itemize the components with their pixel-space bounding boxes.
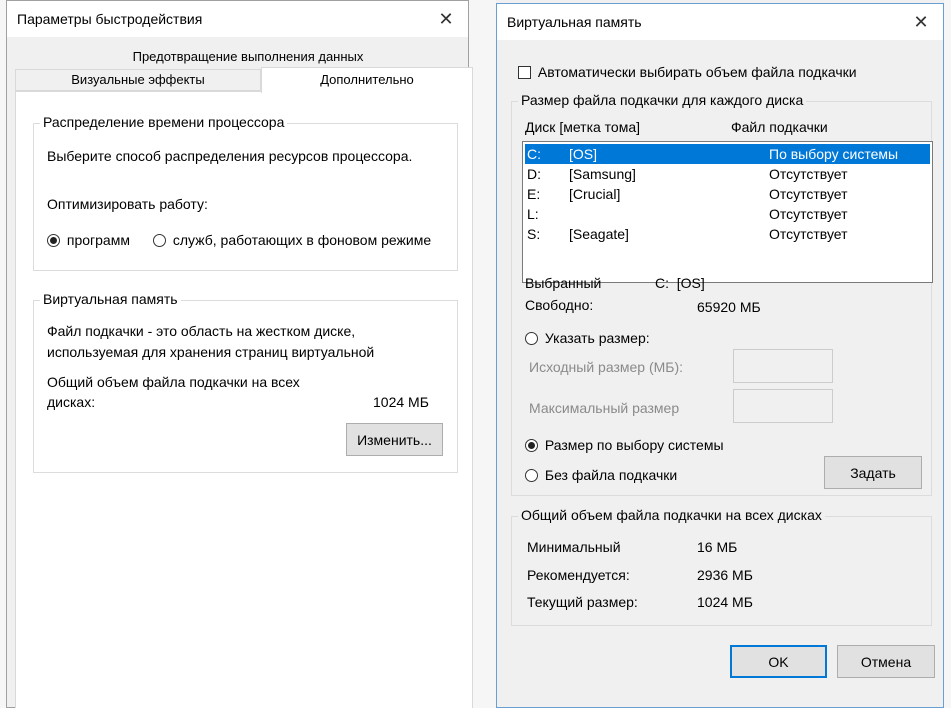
- drive-pagefile: Отсутствует: [769, 166, 848, 182]
- radio-programs-indicator[interactable]: [47, 234, 60, 247]
- background-strip-right: [944, 0, 951, 708]
- drive-pagefile: Отсутствует: [769, 186, 848, 202]
- per-drive-pagefile-label: Размер файла подкачки для каждого диска: [518, 92, 807, 108]
- tab-advanced[interactable]: Дополнительно: [261, 67, 473, 93]
- free-space-label: Свободно:: [525, 297, 594, 313]
- radio-programs-label: программ: [66, 232, 130, 248]
- radio-background-services-label: служб, работающих в фоновом режиме: [172, 232, 432, 248]
- advanced-tab-panel: Распределение времени процессора Выберит…: [15, 91, 473, 708]
- total-pagefile-group-label: Общий объем файла подкачки на всех диска…: [518, 507, 825, 523]
- drive-row-c[interactable]: C: [OS] По выбору системы: [525, 144, 930, 164]
- drive-label: [Samsung]: [569, 166, 636, 182]
- initial-size-label: Исходный размер (МБ):: [529, 359, 684, 375]
- drive-row-s[interactable]: S: [Seagate] Отсутствует: [525, 224, 930, 244]
- radio-custom-size-indicator[interactable]: [525, 332, 538, 345]
- drive-label: [Seagate]: [569, 226, 629, 242]
- drive-row-d[interactable]: D: [Samsung] Отсутствует: [525, 164, 930, 184]
- drive-letter: C:: [527, 146, 541, 162]
- radio-custom-size[interactable]: Указать размер:: [525, 330, 650, 346]
- radio-background-services-indicator[interactable]: [153, 234, 166, 247]
- processor-scheduling-group: Распределение времени процессора Выберит…: [33, 114, 458, 271]
- drive-row-l[interactable]: L: Отсутствует: [525, 204, 930, 224]
- radio-no-pagefile-label: Без файла подкачки: [544, 467, 678, 483]
- minimum-label: Минимальный: [527, 539, 621, 555]
- recommended-value: 2936 МБ: [697, 567, 753, 583]
- auto-manage-checkbox[interactable]: Автоматически выбирать объем файла подка…: [518, 64, 857, 80]
- drive-label: [OS]: [569, 146, 598, 162]
- set-button[interactable]: Задать: [824, 456, 922, 489]
- selected-drive-label: Выбранный: [525, 275, 602, 291]
- current-size-label: Текущий размер:: [527, 594, 638, 610]
- radio-system-managed[interactable]: Размер по выбору системы: [525, 437, 724, 453]
- tab-visual-effects[interactable]: Визуальные эффекты: [15, 69, 261, 91]
- optimize-label: Оптимизировать работу:: [47, 196, 208, 212]
- radio-system-managed-indicator[interactable]: [525, 439, 538, 452]
- virtual-memory-description-line2: используемая для хранения страниц виртуа…: [47, 344, 375, 360]
- processor-scheduling-label: Распределение времени процессора: [40, 114, 288, 130]
- virtual-memory-description-line1: Файл подкачки - это область на жестком д…: [47, 323, 356, 339]
- drive-letter: E:: [527, 186, 541, 202]
- radio-system-managed-label: Размер по выбору системы: [544, 437, 724, 453]
- performance-options-title: Параметры быстродействия: [17, 11, 203, 27]
- drive-pagefile: Отсутствует: [769, 206, 848, 222]
- virtual-memory-group: Виртуальная память Файл подкачки - это о…: [33, 291, 458, 473]
- close-icon[interactable]: ✕: [424, 1, 468, 37]
- drive-row-e[interactable]: E: [Crucial] Отсутствует: [525, 184, 930, 204]
- total-pagefile-label-line1: Общий объем файла подкачки на всех: [47, 374, 300, 390]
- selected-drive-value: C: [OS]: [655, 275, 705, 291]
- column-header-drive: Диск [метка тома]: [525, 119, 641, 135]
- drive-pagefile: Отсутствует: [769, 226, 848, 242]
- total-pagefile-group: Общий объем файла подкачки на всех диска…: [511, 507, 932, 626]
- recommended-label: Рекомендуется:: [527, 567, 630, 583]
- auto-manage-checkbox-box[interactable]: [518, 66, 531, 79]
- initial-size-input[interactable]: [733, 349, 833, 383]
- ok-button[interactable]: OK: [730, 645, 827, 678]
- free-space-value: 65920 МБ: [697, 299, 761, 315]
- total-pagefile-value: 1024 МБ: [373, 394, 429, 410]
- performance-options-dialog: Параметры быстродействия ✕ Предотвращени…: [6, 0, 473, 708]
- radio-custom-size-label: Указать размер:: [544, 330, 650, 346]
- drive-pagefile: По выбору системы: [769, 146, 899, 162]
- virtual-memory-titlebar: Виртуальная память ✕: [497, 4, 943, 40]
- current-size-value: 1024 МБ: [697, 594, 753, 610]
- radio-no-pagefile[interactable]: Без файла подкачки: [525, 467, 677, 483]
- radio-programs[interactable]: программ: [47, 232, 130, 248]
- max-size-label: Максимальный размер: [529, 400, 680, 416]
- column-header-pagefile: Файл подкачки: [731, 119, 828, 135]
- drive-letter: S:: [527, 226, 541, 242]
- minimum-value: 16 МБ: [697, 539, 738, 555]
- total-pagefile-label-line2: дисках:: [47, 394, 96, 410]
- max-size-input[interactable]: [733, 389, 833, 423]
- tab-data-execution-prevention[interactable]: Предотвращение выполнения данных: [16, 47, 480, 69]
- virtual-memory-label: Виртуальная память: [40, 291, 181, 307]
- per-drive-pagefile-group: Размер файла подкачки для каждого диска …: [511, 92, 933, 496]
- virtual-memory-dialog: Виртуальная память ✕ Автоматически выбир…: [496, 3, 944, 708]
- drive-letter: D:: [527, 166, 541, 182]
- auto-manage-checkbox-label: Автоматически выбирать объем файла подка…: [537, 64, 857, 80]
- processor-scheduling-description: Выберите способ распределения ресурсов п…: [47, 148, 413, 164]
- radio-no-pagefile-indicator[interactable]: [525, 469, 538, 482]
- background-strip-middle: [469, 0, 496, 708]
- cancel-button[interactable]: Отмена: [837, 645, 935, 678]
- performance-options-titlebar: Параметры быстродействия ✕: [7, 1, 468, 37]
- drive-letter: L:: [527, 206, 539, 222]
- close-icon[interactable]: ✕: [899, 4, 943, 40]
- change-button[interactable]: Изменить...: [346, 423, 443, 456]
- drive-list[interactable]: C: [OS] По выбору системы D: [Samsung] О…: [522, 141, 933, 283]
- virtual-memory-title: Виртуальная память: [507, 14, 642, 30]
- radio-background-services[interactable]: служб, работающих в фоновом режиме: [153, 232, 431, 248]
- drive-label: [Crucial]: [569, 186, 621, 202]
